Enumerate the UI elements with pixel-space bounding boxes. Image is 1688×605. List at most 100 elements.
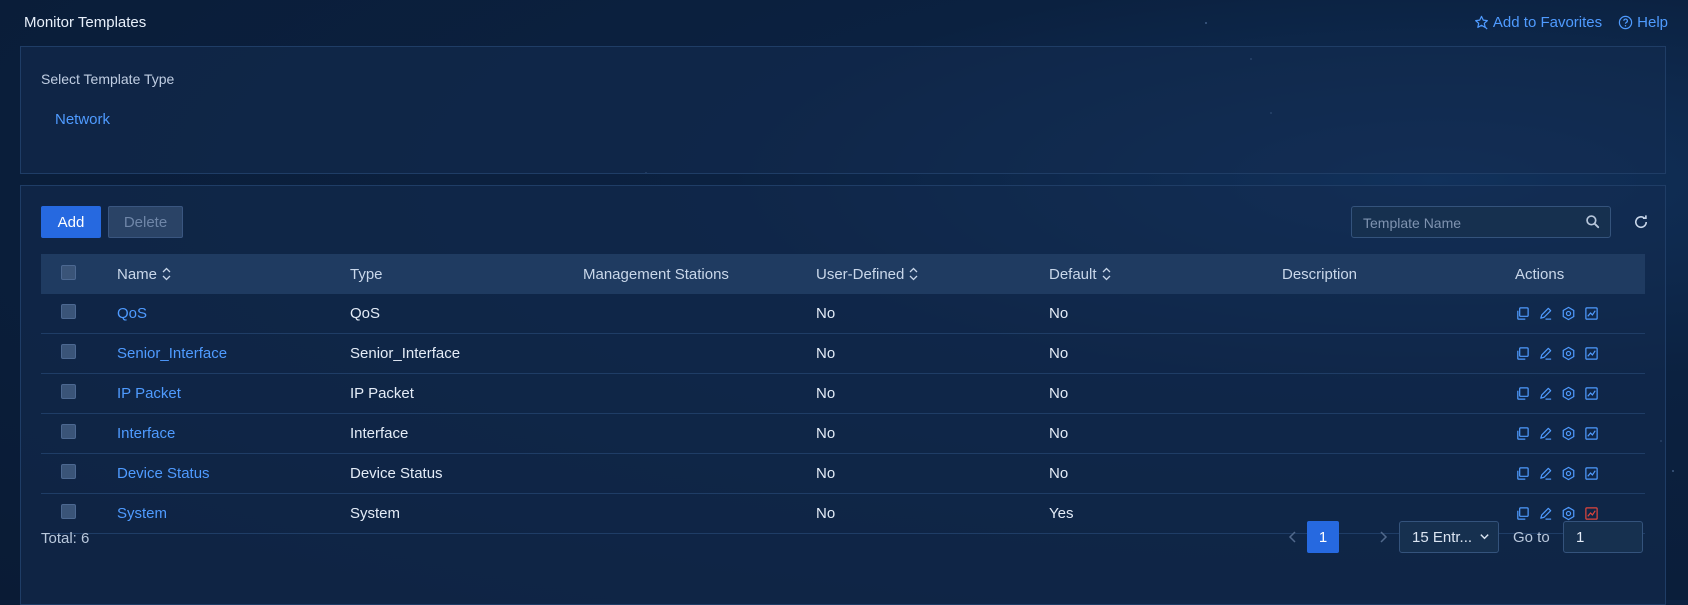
column-name[interactable]: Name <box>117 266 350 283</box>
chevron-down-icon <box>1480 534 1489 540</box>
page-size-value: 15 Entr... <box>1412 528 1473 546</box>
help-link[interactable]: Help <box>1618 14 1668 31</box>
table-row: Interface Interface No No <box>41 414 1645 454</box>
chevron-left-icon <box>1288 531 1296 543</box>
table-row: IP Packet IP Packet No No <box>41 374 1645 414</box>
column-description: Description <box>1282 265 1358 283</box>
edit-icon[interactable] <box>1538 386 1553 401</box>
column-actions: Actions <box>1515 265 1565 283</box>
actions-cell <box>1515 306 1645 321</box>
name-cell: Senior_Interface <box>117 345 350 362</box>
type-cell: IP Packet <box>350 385 414 402</box>
refresh-icon[interactable] <box>1633 214 1649 230</box>
name-cell: IP Packet <box>117 385 350 402</box>
chart-icon[interactable] <box>1584 306 1599 321</box>
row-checkbox[interactable] <box>61 424 76 439</box>
user-defined-cell: No <box>816 465 836 482</box>
add-to-favorites-label: Add to Favorites <box>1492 14 1603 31</box>
edit-icon[interactable] <box>1538 346 1553 361</box>
row-checkbox[interactable] <box>61 384 76 399</box>
delete-button[interactable]: Delete <box>108 206 183 238</box>
templates-table: Name Type Management Stations User-Defin… <box>41 254 1645 534</box>
default-cell: Yes <box>1049 505 1074 522</box>
settings-icon[interactable] <box>1561 426 1576 441</box>
chart-icon[interactable] <box>1584 466 1599 481</box>
actions-cell <box>1515 386 1645 401</box>
table-row: Senior_Interface Senior_Interface No No <box>41 334 1645 374</box>
edit-icon[interactable] <box>1538 426 1553 441</box>
previous-page-button[interactable] <box>1279 523 1307 551</box>
row-checkbox[interactable] <box>61 504 76 519</box>
row-checkbox-cell <box>41 304 117 323</box>
settings-icon[interactable] <box>1561 506 1576 521</box>
actions-cell <box>1515 426 1645 441</box>
row-checkbox[interactable] <box>61 464 76 479</box>
help-label: Help <box>1637 14 1668 31</box>
page-size-select[interactable]: 15 Entr... <box>1399 521 1499 553</box>
settings-icon[interactable] <box>1561 466 1576 481</box>
column-user-defined-label: User-Defined <box>816 265 905 283</box>
type-cell: Interface <box>350 425 409 442</box>
template-name-link[interactable]: Interface <box>117 425 175 442</box>
template-list-panel: Add Delete Name Type Management Stations… <box>20 185 1666 605</box>
select-all-checkbox[interactable] <box>61 264 76 280</box>
settings-icon[interactable] <box>1561 346 1576 361</box>
type-cell: Device Status <box>350 465 443 482</box>
actions-cell <box>1515 506 1645 521</box>
template-name-link[interactable]: Senior_Interface <box>117 345 227 362</box>
settings-icon[interactable] <box>1561 386 1576 401</box>
row-checkbox-cell <box>41 344 117 363</box>
edit-icon[interactable] <box>1538 466 1553 481</box>
row-checkbox-cell <box>41 464 117 483</box>
sort-icon[interactable] <box>909 267 918 281</box>
goto-label: Go to <box>1513 529 1550 546</box>
chart-icon[interactable] <box>1584 426 1599 441</box>
edit-icon[interactable] <box>1538 506 1553 521</box>
top-bar: Monitor Templates Add to Favorites Help <box>0 0 1688 46</box>
copy-icon[interactable] <box>1515 386 1530 401</box>
row-checkbox-cell <box>41 424 117 443</box>
add-button[interactable]: Add <box>41 206 101 238</box>
column-default[interactable]: Default <box>1049 266 1282 283</box>
copy-icon[interactable] <box>1515 346 1530 361</box>
next-page-button[interactable] <box>1369 523 1397 551</box>
sort-icon[interactable] <box>1102 267 1111 281</box>
user-defined-cell: No <box>816 505 836 522</box>
sort-icon[interactable] <box>162 267 171 281</box>
name-cell: QoS <box>117 305 350 322</box>
template-name-link[interactable]: QoS <box>117 305 147 322</box>
actions-cell <box>1515 466 1645 481</box>
default-cell: No <box>1049 305 1069 322</box>
template-name-link[interactable]: IP Packet <box>117 385 181 402</box>
name-cell: Interface <box>117 425 350 442</box>
user-defined-cell: No <box>816 425 836 442</box>
template-name-search-input[interactable] <box>1352 207 1585 239</box>
row-checkbox[interactable] <box>61 304 76 319</box>
page-1-button[interactable]: 1 <box>1307 521 1339 553</box>
copy-icon[interactable] <box>1515 506 1530 521</box>
copy-icon[interactable] <box>1515 306 1530 321</box>
template-name-link[interactable]: Device Status <box>117 465 210 482</box>
search-box <box>1351 206 1611 239</box>
name-cell: Device Status <box>117 465 350 482</box>
page-title: Monitor Templates <box>24 14 147 31</box>
column-user-defined[interactable]: User-Defined <box>816 266 1049 283</box>
template-type-network[interactable]: Network <box>55 111 110 128</box>
search-icon[interactable] <box>1585 214 1600 229</box>
row-checkbox-cell <box>41 504 117 523</box>
copy-icon[interactable] <box>1515 426 1530 441</box>
chart-alert-icon[interactable] <box>1584 506 1599 521</box>
add-to-favorites-link[interactable]: Add to Favorites <box>1474 14 1602 31</box>
goto-page-input[interactable] <box>1563 521 1643 553</box>
total-count: Total: 6 <box>41 530 90 547</box>
edit-icon[interactable] <box>1538 306 1553 321</box>
table-row: Device Status Device Status No No <box>41 454 1645 494</box>
row-checkbox[interactable] <box>61 344 76 359</box>
user-defined-cell: No <box>816 345 836 362</box>
default-cell: No <box>1049 345 1069 362</box>
chart-icon[interactable] <box>1584 346 1599 361</box>
copy-icon[interactable] <box>1515 466 1530 481</box>
settings-icon[interactable] <box>1561 306 1576 321</box>
template-name-link[interactable]: System <box>117 505 167 522</box>
chart-icon[interactable] <box>1584 386 1599 401</box>
